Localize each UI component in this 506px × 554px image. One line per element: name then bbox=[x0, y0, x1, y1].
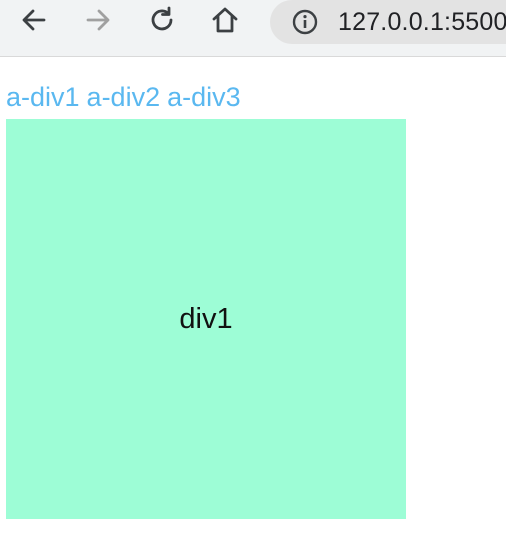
reload-icon bbox=[151, 6, 173, 31]
forward-button[interactable] bbox=[80, 2, 116, 38]
home-button[interactable] bbox=[207, 2, 243, 38]
arrow-right-icon bbox=[86, 9, 110, 31]
back-button[interactable] bbox=[16, 2, 52, 38]
link-a-div3[interactable]: a-div3 bbox=[167, 82, 241, 112]
link-row: a-div1 a-div2 a-div3 bbox=[6, 80, 241, 114]
reload-button[interactable] bbox=[144, 2, 180, 38]
link-a-div2[interactable]: a-div2 bbox=[87, 82, 161, 112]
link-a-div1[interactable]: a-div1 bbox=[6, 82, 80, 112]
address-bar[interactable]: 127.0.0.1:5500 bbox=[270, 0, 506, 44]
arrow-left-icon bbox=[22, 9, 46, 31]
panel-label: div1 bbox=[179, 302, 233, 335]
url-text[interactable]: 127.0.0.1:5500 bbox=[338, 8, 506, 37]
div1-panel: div1 bbox=[6, 119, 406, 519]
home-icon bbox=[212, 7, 238, 33]
browser-toolbar: 127.0.0.1:5500 bbox=[0, 0, 506, 57]
info-icon[interactable] bbox=[290, 7, 320, 37]
